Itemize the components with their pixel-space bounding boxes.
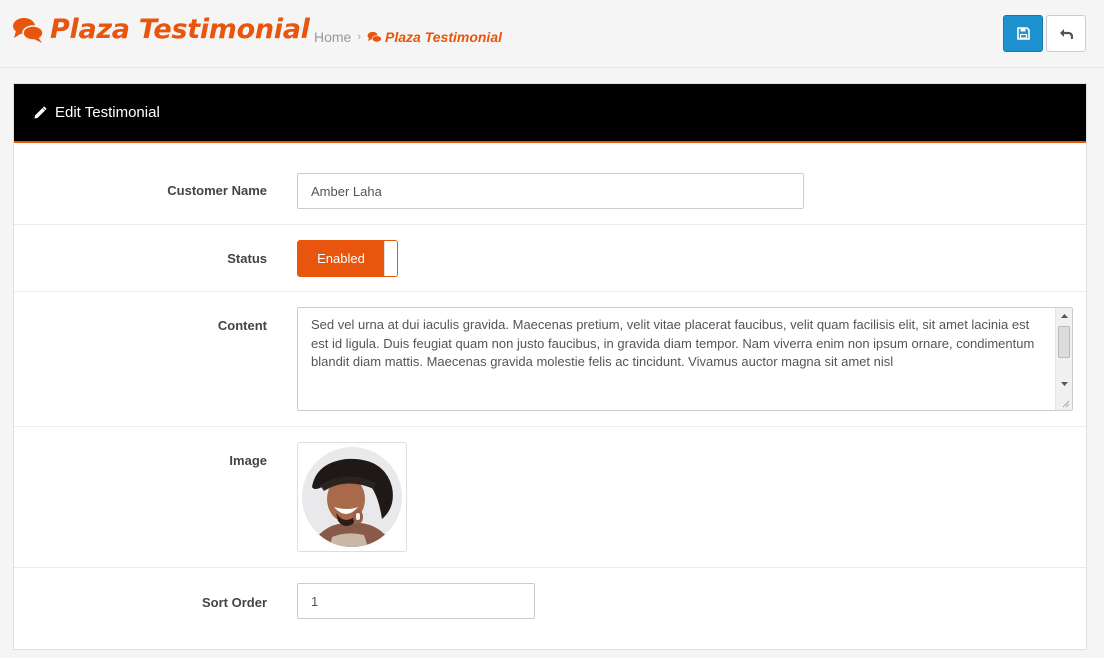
customer-name-input[interactable]: [297, 173, 804, 209]
status-toggle[interactable]: Enabled: [297, 240, 398, 277]
save-button[interactable]: [1003, 15, 1043, 52]
content-textarea-wrap: Sed vel urna at dui iaculis gravida. Mae…: [297, 307, 1073, 411]
image-label: Image: [229, 453, 267, 468]
customer-image-thumbnail[interactable]: [297, 442, 407, 552]
breadcrumb-home-link[interactable]: Home: [314, 29, 351, 45]
content-label: Content: [217, 318, 267, 333]
content-scrollbar[interactable]: [1055, 308, 1072, 410]
page-title-wrap: Plaza Testimonial: [12, 14, 310, 45]
status-label: Status: [227, 251, 267, 266]
sort-order-label: Sort Order: [201, 595, 267, 610]
resize-grip-icon[interactable]: [1060, 398, 1070, 408]
content-textarea[interactable]: Sed vel urna at dui iaculis gravida. Mae…: [298, 308, 1053, 410]
comments-icon: [367, 31, 382, 42]
panel-title: Edit Testimonial: [55, 104, 160, 121]
page-title: Plaza Testimonial: [50, 14, 310, 45]
reply-icon: [1060, 28, 1073, 39]
breadcrumb: Home › Plaza Testimonial: [314, 29, 502, 45]
scroll-down-arrow-icon[interactable]: [1056, 376, 1072, 392]
status-toggle-label: Enabled: [298, 241, 384, 276]
edit-testimonial-panel: Edit Testimonial Customer Name Status En…: [13, 83, 1087, 650]
page-header: Plaza Testimonial Home › Plaza Testimoni…: [0, 0, 1104, 68]
scroll-up-arrow-icon[interactable]: [1056, 308, 1072, 324]
breadcrumb-current-label: Plaza Testimonial: [385, 29, 502, 45]
content-row: Content Sed vel urna at dui iaculis grav…: [14, 292, 1086, 427]
panel-heading: Edit Testimonial: [14, 84, 1086, 143]
breadcrumb-separator: ›: [357, 31, 362, 43]
pencil-icon: [34, 105, 47, 118]
sort-order-row: Sort Order: [14, 568, 1086, 649]
sort-order-input[interactable]: [297, 583, 535, 619]
image-row: Image: [14, 427, 1086, 568]
back-button[interactable]: [1046, 15, 1086, 52]
comments-icon: [13, 17, 44, 43]
status-row: Status Enabled: [14, 225, 1086, 292]
status-toggle-knob: [384, 241, 397, 276]
floppy-disk-icon: [1016, 27, 1030, 40]
customer-name-row: Customer Name: [14, 143, 1086, 225]
customer-photo: [302, 447, 402, 547]
breadcrumb-current[interactable]: Plaza Testimonial: [367, 29, 502, 45]
customer-name-label: Customer Name: [167, 183, 267, 198]
scrollbar-thumb[interactable]: [1058, 326, 1070, 358]
